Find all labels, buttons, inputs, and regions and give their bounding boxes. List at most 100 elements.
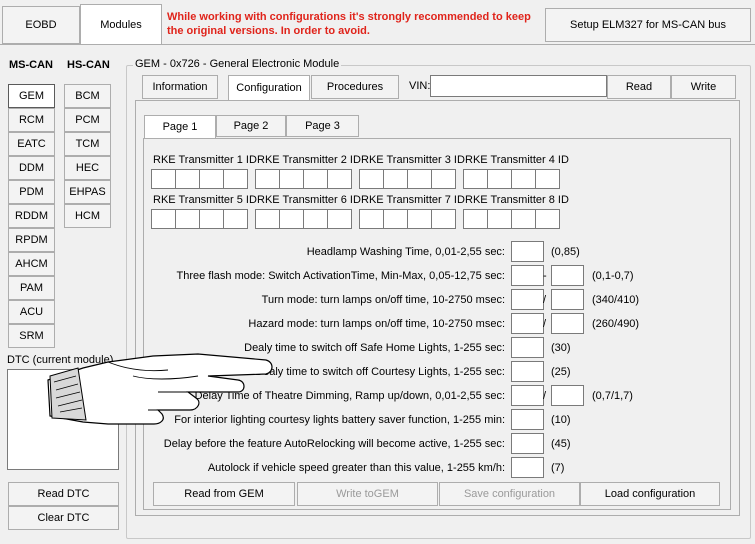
write-button[interactable]: Write: [671, 75, 736, 99]
param-value-field-2[interactable]: [551, 265, 584, 286]
module-gem-button[interactable]: GEM: [8, 84, 55, 108]
param-default-range: (7): [551, 462, 565, 474]
rke-byte-field[interactable]: [255, 169, 280, 189]
module-ehpas-button[interactable]: EHPAS: [64, 180, 111, 204]
rke-byte-field[interactable]: [199, 209, 224, 229]
param-value-field[interactable]: [511, 385, 544, 406]
warning-text: While working with configurations it's s…: [167, 11, 531, 37]
rke-transmitter-7-label: RKE Transmitter 7 ID: [361, 194, 465, 206]
param-label: Three flash mode: Switch ActivationTime,…: [176, 270, 505, 282]
rke-byte-field[interactable]: [327, 209, 352, 229]
param-value-field-2[interactable]: [551, 313, 584, 334]
read-from-gem-button[interactable]: Read from GEM: [153, 482, 295, 506]
load-configuration-button[interactable]: Load configuration: [580, 482, 720, 506]
module-hec-button[interactable]: HEC: [64, 156, 111, 180]
rke-byte-field[interactable]: [431, 209, 456, 229]
param-value-field[interactable]: [511, 289, 544, 310]
param-value-field[interactable]: [511, 361, 544, 382]
rke-byte-field[interactable]: [463, 169, 488, 189]
rke-byte-field[interactable]: [255, 209, 280, 229]
rke-byte-field[interactable]: [175, 209, 200, 229]
tab-procedures[interactable]: Procedures: [311, 75, 399, 99]
tab-page-3[interactable]: Page 3: [286, 115, 359, 137]
rke-byte-field[interactable]: [535, 209, 560, 229]
rke-transmitter-3-input: [359, 169, 459, 189]
module-pcm-button[interactable]: PCM: [64, 108, 111, 132]
param-value-field-2[interactable]: [551, 385, 584, 406]
rke-byte-field[interactable]: [487, 169, 512, 189]
read-button[interactable]: Read: [607, 75, 671, 99]
module-pdm-button[interactable]: PDM: [8, 180, 55, 204]
param-value-field[interactable]: [511, 337, 544, 358]
tab-page-2[interactable]: Page 2: [216, 115, 286, 137]
param-value-field[interactable]: [511, 457, 544, 478]
rke-transmitter-1-label: RKE Transmitter 1 ID: [153, 154, 257, 166]
module-rpdm-button[interactable]: RPDM: [8, 228, 55, 252]
tab-configuration[interactable]: Configuration: [228, 75, 310, 101]
clear-dtc-button[interactable]: Clear DTC: [8, 506, 119, 530]
param-default-range: (0,85): [551, 246, 580, 258]
rke-byte-field[interactable]: [463, 209, 488, 229]
module-hcm-button[interactable]: HCM: [64, 204, 111, 228]
param-label: Dealy time to switch off Courtesy Lights…: [255, 366, 505, 378]
module-acu-button[interactable]: ACU: [8, 300, 55, 324]
rke-byte-field[interactable]: [279, 169, 304, 189]
module-rddm-button[interactable]: RDDM: [8, 204, 55, 228]
module-ahcm-button[interactable]: AHCM: [8, 252, 55, 276]
rke-byte-field[interactable]: [511, 169, 536, 189]
rke-transmitter-1-input: [151, 169, 251, 189]
param-value-field[interactable]: [511, 313, 544, 334]
param-label: Headlamp Washing Time, 0,01-2,55 sec:: [306, 246, 505, 258]
rke-byte-field[interactable]: [151, 209, 176, 229]
module-eatc-button[interactable]: EATC: [8, 132, 55, 156]
vin-input[interactable]: [430, 75, 607, 97]
rke-byte-field[interactable]: [151, 169, 176, 189]
tab-page-1[interactable]: Page 1: [144, 115, 216, 139]
param-value-field[interactable]: [511, 265, 544, 286]
rke-byte-field[interactable]: [431, 169, 456, 189]
tab-modules[interactable]: Modules: [80, 4, 162, 44]
rke-byte-field[interactable]: [359, 169, 384, 189]
param-value-field[interactable]: [511, 409, 544, 430]
param-value-field[interactable]: [511, 241, 544, 262]
rke-byte-field[interactable]: [535, 169, 560, 189]
rke-byte-field[interactable]: [303, 209, 328, 229]
param-default-range: (25): [551, 366, 571, 378]
param-value-field[interactable]: [511, 433, 544, 454]
tab-information[interactable]: Information: [142, 75, 218, 99]
param-value-field-2[interactable]: [551, 289, 584, 310]
rke-byte-field[interactable]: [175, 169, 200, 189]
rke-byte-field[interactable]: [303, 169, 328, 189]
rke-transmitter-4-input: [463, 169, 563, 189]
rke-byte-field[interactable]: [407, 169, 432, 189]
rke-byte-field[interactable]: [279, 209, 304, 229]
rke-byte-field[interactable]: [487, 209, 512, 229]
module-bcm-button[interactable]: BCM: [64, 84, 111, 108]
rke-byte-field[interactable]: [511, 209, 536, 229]
rke-byte-field[interactable]: [223, 209, 248, 229]
param-separator: /: [543, 318, 547, 330]
save-configuration-button[interactable]: Save configuration: [439, 482, 580, 506]
param-label: Hazard mode: turn lamps on/off time, 10-…: [248, 318, 505, 330]
tab-eobd[interactable]: EOBD: [2, 6, 80, 44]
rke-byte-field[interactable]: [383, 209, 408, 229]
param-label: Autolock if vehicle speed greater than t…: [207, 462, 505, 474]
pointing-hand-icon: [47, 353, 273, 425]
rke-byte-field[interactable]: [383, 169, 408, 189]
module-pam-button[interactable]: PAM: [8, 276, 55, 300]
module-ddm-button[interactable]: DDM: [8, 156, 55, 180]
read-dtc-button[interactable]: Read DTC: [8, 482, 119, 506]
setup-elm327-button[interactable]: Setup ELM327 for MS-CAN bus: [545, 8, 751, 42]
rke-byte-field[interactable]: [327, 169, 352, 189]
rke-byte-field[interactable]: [359, 209, 384, 229]
write-to-gem-button[interactable]: Write toGEM: [297, 482, 438, 506]
param-label: Dealy time to switch off Safe Home Light…: [244, 342, 505, 354]
module-tcm-button[interactable]: TCM: [64, 132, 111, 156]
rke-byte-field[interactable]: [407, 209, 432, 229]
rke-byte-field[interactable]: [223, 169, 248, 189]
top-divider: [0, 44, 755, 45]
module-rcm-button[interactable]: RCM: [8, 108, 55, 132]
rke-byte-field[interactable]: [199, 169, 224, 189]
param-default-range: (260/490): [592, 318, 640, 330]
vin-label: VIN:: [409, 80, 431, 92]
